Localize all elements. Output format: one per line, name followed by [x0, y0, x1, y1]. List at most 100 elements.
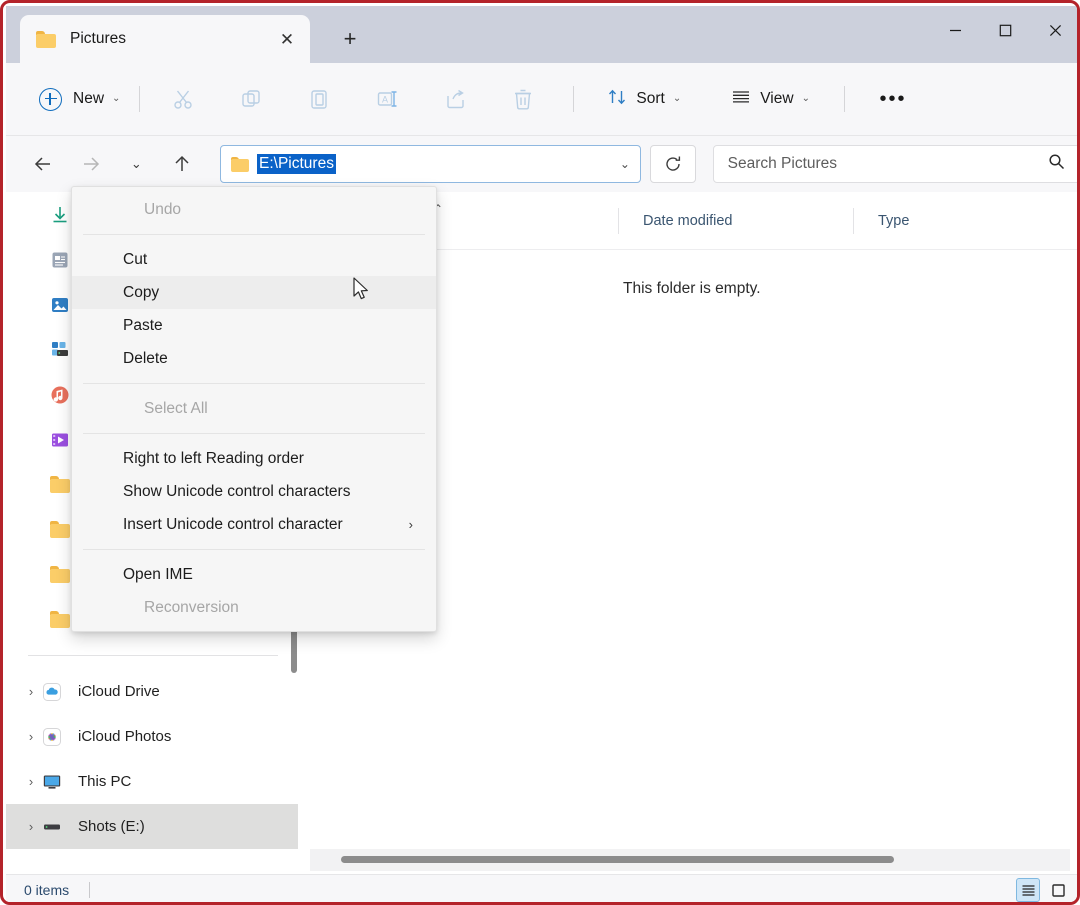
sort-button[interactable]: Sort ⌄ — [597, 80, 691, 118]
sidebar-divider — [28, 655, 278, 656]
view-button[interactable]: View ⌄ — [721, 80, 820, 118]
tab-strip: Pictures ✕ + — [6, 6, 1077, 63]
address-input[interactable]: E:\Pictures ⌄ — [220, 145, 641, 183]
delete-button[interactable] — [502, 79, 544, 119]
horizontal-scrollbar-thumb[interactable] — [341, 856, 894, 863]
large-icons-view-toggle[interactable] — [1046, 878, 1070, 902]
more-options-button[interactable]: ••• — [872, 80, 914, 118]
menu-item-label: Show Unicode control characters — [123, 482, 351, 500]
chevron-down-icon: ⌄ — [672, 93, 682, 104]
menu-item-insert-unicode-control-character[interactable]: Insert Unicode control character › — [72, 508, 436, 541]
sidebar-item-label: Shots (E:) — [78, 818, 145, 835]
sidebar-item-label: iCloud Drive — [78, 683, 160, 700]
menu-item-copy[interactable]: Copy — [72, 276, 436, 309]
tab-label: Pictures — [70, 30, 126, 47]
details-view-toggle[interactable] — [1016, 878, 1040, 902]
menu-item-show-unicode-control-characters[interactable]: Show Unicode control characters — [72, 475, 436, 508]
chevron-down-icon: ⌄ — [801, 93, 810, 104]
close-button[interactable] — [1030, 6, 1077, 55]
new-tab-button[interactable]: + — [332, 21, 368, 57]
column-header-type[interactable]: Type — [853, 192, 1033, 249]
this-pc-icon — [42, 772, 68, 792]
sidebar-item-icloud-photos[interactable]: › iCloud Photos — [6, 714, 298, 759]
menu-separator — [83, 234, 425, 235]
horizontal-scrollbar[interactable] — [310, 849, 1070, 871]
window-controls — [930, 6, 1077, 55]
sidebar-item-icloud-drive[interactable]: › iCloud Drive — [6, 669, 298, 714]
menu-item-label: Right to left Reading order — [123, 449, 304, 467]
chevron-right-icon[interactable]: › — [20, 774, 42, 789]
mouse-cursor — [353, 277, 371, 308]
chevron-right-icon[interactable]: › — [20, 729, 42, 744]
sidebar-item-shots-e[interactable]: › Shots (E:) — [6, 804, 298, 849]
menu-separator — [83, 433, 425, 434]
up-button[interactable] — [165, 147, 199, 181]
new-button-label: New — [73, 90, 105, 107]
forward-button[interactable] — [74, 147, 108, 181]
svg-text:A: A — [382, 95, 388, 105]
share-button[interactable] — [434, 79, 476, 119]
refresh-button[interactable] — [649, 145, 696, 183]
search-input[interactable]: Search Pictures — [714, 155, 1048, 173]
column-header-label: Type — [878, 212, 910, 229]
maximize-button[interactable] — [980, 6, 1030, 55]
menu-item-undo: Undo — [72, 193, 436, 226]
search-box[interactable]: Search Pictures — [712, 145, 1077, 183]
menu-item-label: Copy — [123, 283, 160, 301]
tab-pictures[interactable]: Pictures ✕ — [20, 15, 310, 63]
toolbar-divider — [843, 86, 845, 112]
view-icon — [731, 87, 751, 112]
menu-separator — [83, 549, 425, 550]
chevron-right-icon[interactable]: › — [20, 684, 42, 699]
column-divider[interactable] — [618, 208, 619, 234]
tab-list: Pictures ✕ — [6, 6, 310, 63]
menu-item-open-ime[interactable]: Open IME — [72, 558, 436, 591]
column-header-label: Date modified — [643, 212, 733, 229]
cut-button[interactable] — [162, 79, 204, 119]
search-icon — [1048, 153, 1065, 175]
column-header-date-modified[interactable]: Date modified — [618, 192, 853, 249]
menu-item-right-to-left-reading-order[interactable]: Right to left Reading order — [72, 442, 436, 475]
address-path-text: E:\Pictures — [257, 154, 336, 174]
address-bar-row: ⌄ E:\Pictures ⌄ Search Pictures — [6, 136, 1077, 192]
menu-item-label: Insert Unicode control character — [123, 515, 343, 533]
sidebar-item-this-pc[interactable]: › This PC — [6, 759, 298, 804]
column-divider[interactable] — [853, 208, 854, 234]
chevron-down-icon[interactable]: ⌄ — [620, 157, 630, 171]
copy-button[interactable] — [230, 79, 272, 119]
close-icon[interactable]: ✕ — [272, 24, 302, 54]
sidebar-item-label: This PC — [78, 773, 132, 790]
toolbar-divider — [139, 86, 141, 112]
menu-separator — [83, 383, 425, 384]
back-button[interactable] — [26, 147, 60, 181]
status-bar: 0 items — [6, 874, 1077, 902]
minimize-button[interactable] — [930, 6, 980, 55]
context-menu[interactable]: Undo Cut Copy Paste Delete Select All Ri… — [71, 186, 437, 632]
icloud-drive-icon — [42, 682, 68, 702]
new-button[interactable]: New ⌄ — [33, 80, 130, 118]
menu-item-label: Open IME — [123, 565, 193, 583]
rename-button[interactable]: A — [366, 79, 408, 119]
plus-circle-icon — [39, 87, 62, 111]
menu-item-cut[interactable]: Cut — [72, 243, 436, 276]
toolbar-divider — [573, 86, 575, 112]
recent-locations-button[interactable]: ⌄ — [120, 147, 154, 181]
chevron-right-icon[interactable]: › — [20, 819, 42, 834]
menu-item-delete[interactable]: Delete — [72, 342, 436, 375]
folder-icon — [231, 156, 249, 172]
empty-folder-message: This folder is empty. — [623, 280, 761, 297]
sort-icon — [607, 87, 627, 112]
menu-item-label: Undo — [144, 200, 182, 218]
icloud-photos-icon — [42, 727, 68, 747]
chevron-right-icon: › — [408, 517, 413, 532]
menu-item-label: Cut — [123, 250, 148, 268]
drive-icon — [42, 817, 68, 837]
menu-item-select-all: Select All — [72, 392, 436, 425]
toolbar: New ⌄ A Sort ⌄ View ⌄ ••• — [6, 63, 1077, 136]
chevron-down-icon: ⌄ — [112, 93, 121, 104]
menu-item-label: Select All — [144, 399, 208, 417]
paste-button[interactable] — [298, 79, 340, 119]
sort-button-label: Sort — [636, 90, 665, 107]
view-toggle-group — [1010, 878, 1070, 902]
menu-item-paste[interactable]: Paste — [72, 309, 436, 342]
